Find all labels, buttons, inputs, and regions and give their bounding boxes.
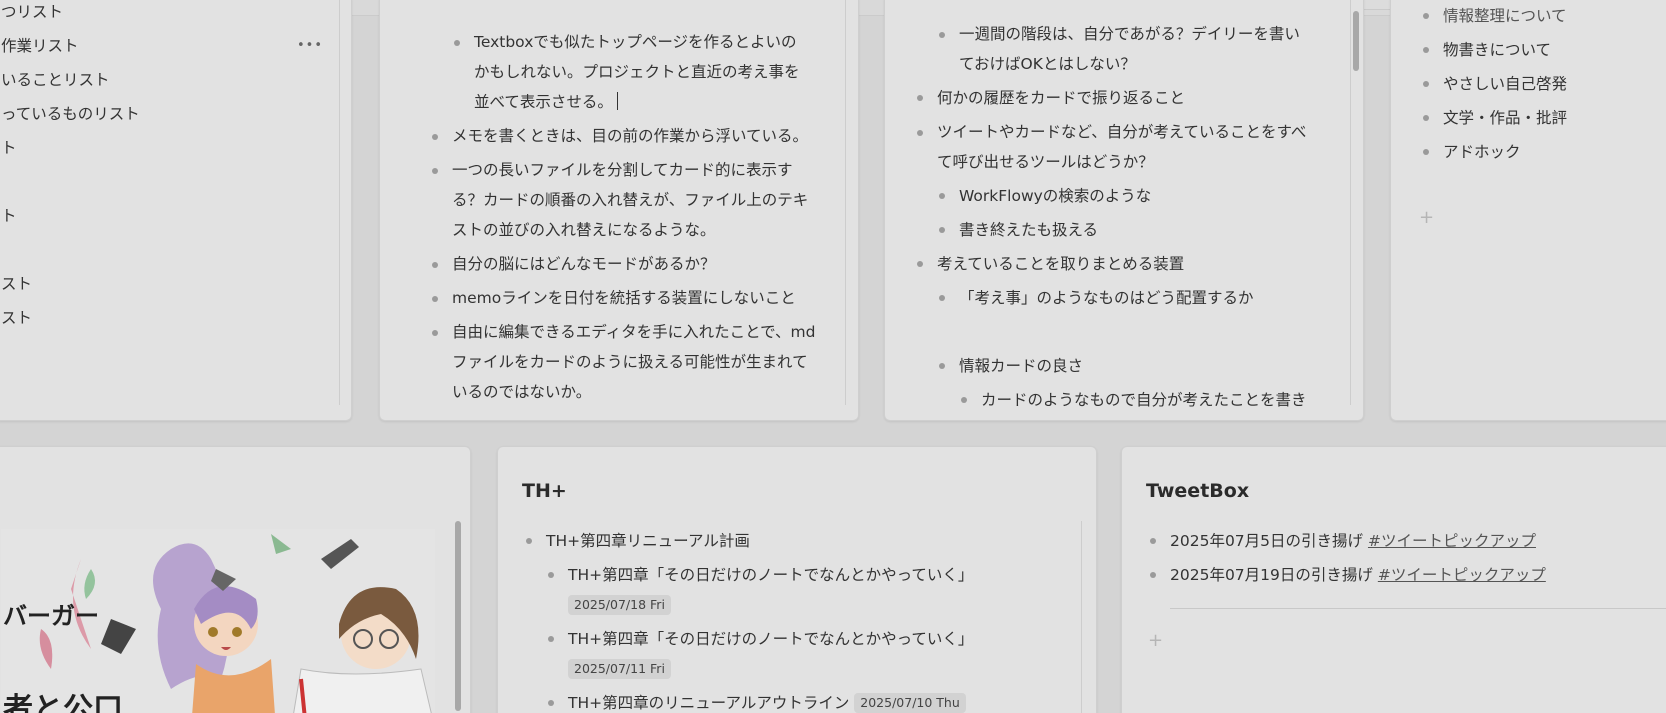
outline-item-empty[interactable] (937, 315, 1315, 349)
outline-item[interactable]: メモを書くときは、目の前の作業から浮いている。 (430, 119, 820, 153)
cover-image[interactable]: バーガー 者と公口 (1, 529, 435, 713)
outline-item[interactable]: 情報カードの良さ (937, 349, 1315, 383)
tweet-item[interactable]: 2025年07月19日の引き揚げ #ツイートピックアップ (1148, 558, 1666, 592)
list-item[interactable]: っているものリスト (1, 97, 321, 131)
outline-item[interactable]: WorkFlowyの検索のような (937, 179, 1315, 213)
outline-item[interactable]: TH+第四章「その日だけのノートでなんとかやっていく」 2025/07/18 F… (546, 558, 1064, 622)
card-image: バーガー 者と公口 (0, 446, 471, 713)
list-item[interactable] (1, 233, 321, 267)
outline-item[interactable]: 自由に編集できるエディタを手に入れたことで、mdファイルをカードのように扱える可… (430, 315, 820, 409)
outline-item[interactable]: 考えていることを取りまとめる装置 (915, 247, 1315, 281)
divider (1170, 608, 1666, 609)
image-text: 者と公口 (3, 692, 123, 713)
card-title: TweetBox (1146, 480, 1250, 502)
outline-item[interactable]: memoラインを日付を統括する装置にしないこと (430, 281, 820, 315)
outline-item[interactable]: カードのようなもので自分が考えたことを書き (959, 383, 1315, 417)
outline-text: TH+第四章「その日だけのノートでなんとかやっていく」 (568, 630, 974, 648)
more-icon[interactable]: ••• (297, 29, 323, 63)
list-item[interactable]: ト (1, 199, 321, 233)
outline-item[interactable]: 文学・作品・批評 (1421, 101, 1661, 135)
card-title: TH+ (522, 480, 567, 502)
outline-item[interactable]: 一週間の階段は、自分であがる？デイリーを書いておけばOKとはしない？ (937, 17, 1313, 81)
scrollbar-thumb[interactable] (1353, 11, 1359, 71)
card-categories: 情報整理について 物書きについて やさしい自己啓発 文学・作品・批評 アドホック… (1390, 0, 1666, 421)
outline-item[interactable]: 一つの長いファイルを分割してカード的に表示する？カードの順番の入れ替えが、ファイ… (430, 153, 820, 247)
date-badge[interactable]: 2025/07/11 Fri (568, 659, 671, 679)
outline-item[interactable]: 書き終えたも扱える (937, 213, 1315, 247)
outline-item[interactable]: 「考え事」のようなものはどう配置するか (937, 281, 1315, 315)
list-item[interactable] (1, 165, 321, 199)
list-item-label: 作業リスト (1, 37, 79, 55)
add-icon[interactable]: + (1419, 207, 1434, 228)
outline-item[interactable]: やさしい自己啓発 (1421, 67, 1661, 101)
outline-item[interactable]: 情報整理について (1421, 0, 1661, 33)
outline-text: TH+第四章のリニューアルアウトライン (568, 694, 850, 712)
scroll-track (1081, 521, 1082, 713)
outline-item[interactable]: 自分の脳にはどんなモードがあるか？ (430, 247, 820, 281)
date-badge[interactable]: 2025/07/18 Fri (568, 595, 671, 615)
manga-illustration: バーガー 者と公口 (1, 529, 435, 713)
list-item[interactable]: つリスト (1, 0, 321, 29)
outline-item[interactable]: TH+第四章リニューアル計画 (524, 524, 1064, 558)
scroll-track (845, 0, 846, 405)
scrollbar-thumb[interactable] (455, 521, 461, 711)
outline-item[interactable]: 何かの履歴をカードで振り返ること (915, 81, 1315, 115)
card-thoughts: 一週間の階段は、自分であがる？デイリーを書いておけばOKとはしない？ 何かの履歴… (884, 0, 1364, 421)
hashtag-link[interactable]: #ツイートピックアップ (1378, 566, 1546, 584)
tweet-text: 2025年07月5日の引き揚げ (1170, 532, 1368, 550)
list-item[interactable]: ト (1, 131, 321, 165)
image-text: バーガー (3, 602, 99, 630)
outline-text: Textboxでも似たトップページを作るとよいのかもしれない。プロジェクトと直近… (474, 33, 800, 111)
outline-item[interactable]: ツイートやカードなど、自分が考えていることをすべて呼び出せるツールはどうか？ (915, 115, 1315, 179)
outline-item[interactable]: アドホック (1421, 135, 1661, 169)
outline-item[interactable]: TH+第四章「その日だけのノートでなんとかやっていく」 2025/07/11 F… (546, 622, 1064, 686)
list-item[interactable]: いることリスト (1, 63, 321, 97)
add-icon[interactable]: + (1148, 630, 1163, 651)
card-thplus: TH+ TH+第四章リニューアル計画 TH+第四章「その日だけのノートでなんとか… (497, 446, 1097, 713)
tweet-item[interactable]: 2025年07月5日の引き揚げ #ツイートピックアップ (1148, 524, 1666, 558)
text-cursor (616, 92, 618, 110)
card-memo: Textboxでも似たトップページを作るとよいのかもしれない。プロジェクトと直近… (379, 0, 859, 421)
card-tweetbox: TweetBox 2025年07月5日の引き揚げ #ツイートピックアップ 202… (1121, 446, 1666, 713)
tweet-text: 2025年07月19日の引き揚げ (1170, 566, 1378, 584)
card-lists: つリスト 作業リスト ••• いることリスト っているものリスト ト ト スト … (0, 0, 352, 421)
scroll-track (339, 0, 340, 405)
date-badge[interactable]: 2025/07/10 Thu (854, 693, 966, 713)
outline-text: TH+第四章「その日だけのノートでなんとかやっていく」 (568, 566, 974, 584)
list-item[interactable]: スト (1, 267, 321, 301)
outline-item[interactable]: 物書きについて (1421, 33, 1661, 67)
scroll-track (1350, 0, 1351, 405)
outline-item[interactable]: Textboxでも似たトップページを作るとよいのかもしれない。プロジェクトと直近… (452, 25, 806, 119)
list-item[interactable]: 作業リスト ••• (1, 29, 323, 63)
list-item[interactable]: スト (1, 301, 321, 335)
hashtag-link[interactable]: #ツイートピックアップ (1368, 532, 1536, 550)
outline-item[interactable]: TH+第四章のリニューアルアウトライン 2025/07/10 Thu (546, 686, 1064, 713)
